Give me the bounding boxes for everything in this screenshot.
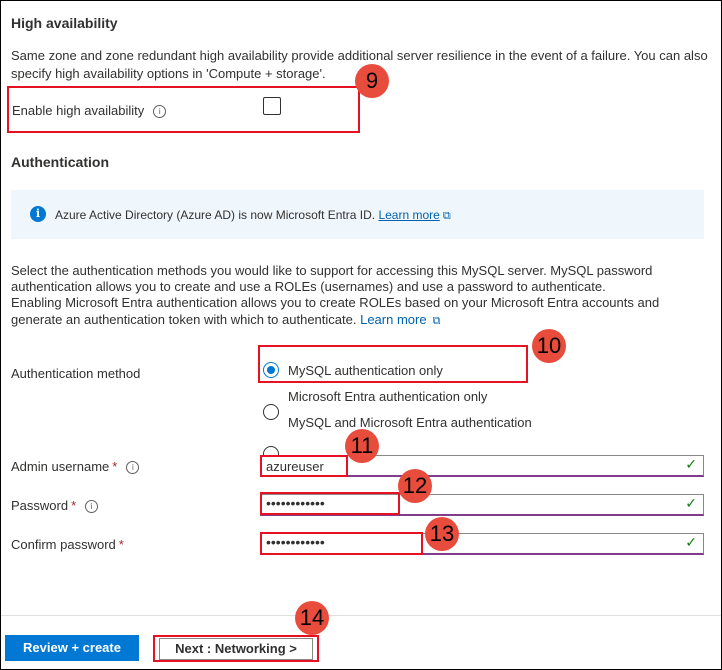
checkmark-icon: ✓ (685, 496, 697, 512)
auth-desc-line1: Select the authentication methods you wo… (11, 263, 653, 278)
annotation-box-11 (260, 455, 348, 477)
annotation-box-14 (153, 635, 319, 662)
info-icon[interactable]: i (126, 461, 140, 475)
ha-description-line1: Same zone and zone redundant high availa… (11, 48, 708, 63)
required-marker: * (118, 537, 124, 552)
annotation-badge-14: 14 (295, 601, 329, 635)
radio-entra-auth-only[interactable] (263, 404, 279, 420)
auth-desc-line2: authentication allows you to create and … (11, 279, 606, 294)
required-marker: * (112, 459, 118, 474)
enable-ha-label: Enable high availability i (12, 103, 167, 119)
annotation-badge-10: 10 (532, 329, 566, 363)
checkmark-icon: ✓ (685, 535, 697, 551)
annotation-badge-9: 9 (355, 64, 389, 98)
required-marker: * (71, 498, 77, 513)
annotation-box-12 (260, 492, 400, 515)
annotation-badge-13: 13 (425, 517, 459, 551)
password-label: Password * i (11, 498, 99, 514)
section-title-high-availability: High availability (11, 15, 118, 31)
annotation-badge-11: 11 (345, 429, 379, 463)
auth-desc-line4-text: generate an authentication token with wh… (11, 312, 357, 327)
section-title-authentication: Authentication (11, 154, 109, 170)
radio-label-mysql-and-entra: MySQL and Microsoft Entra authentication (288, 415, 532, 430)
auth-desc-line4: generate an authentication token with wh… (11, 311, 440, 329)
annotation-badge-12: 12 (398, 469, 432, 503)
banner-message: Azure Active Directory (Azure AD) is now… (55, 207, 451, 224)
auth-learn-more-link[interactable]: Learn more (360, 312, 426, 327)
auth-desc-line3: Enabling Microsoft Entra authentication … (11, 295, 660, 310)
ha-description-line2: specify high availability options in 'Co… (11, 66, 326, 81)
info-filled-icon: i (30, 206, 46, 222)
footer-divider (1, 615, 721, 616)
info-icon[interactable]: i (153, 105, 167, 119)
radio-label-mysql-auth-only: MySQL authentication only (288, 363, 443, 378)
checkmark-icon: ✓ (685, 457, 697, 473)
info-icon[interactable]: i (85, 500, 99, 514)
admin-username-label-text: Admin username (11, 459, 110, 474)
review-create-button[interactable]: Review + create (5, 635, 139, 661)
enable-ha-label-text: Enable high availability (12, 103, 145, 118)
radio-mysql-auth-only[interactable] (263, 362, 279, 378)
enable-ha-checkbox[interactable] (263, 97, 281, 115)
info-banner: i Azure Active Directory (Azure AD) is n… (11, 190, 704, 239)
banner-text: Azure Active Directory (Azure AD) is now… (55, 208, 376, 222)
banner-learn-more-link[interactable]: Learn more (378, 208, 439, 222)
form-panel: High availability Same zone and zone red… (0, 0, 722, 670)
external-link-icon: ⧉ (432, 314, 441, 327)
external-link-icon: ⧉ (442, 209, 451, 222)
confirm-password-label: Confirm password * (11, 537, 124, 552)
auth-method-label: Authentication method (11, 366, 141, 381)
radio-label-entra-auth-only: Microsoft Entra authentication only (288, 389, 488, 404)
admin-username-label: Admin username * i (11, 459, 140, 475)
password-label-text: Password (11, 498, 69, 513)
confirm-password-label-text: Confirm password (11, 537, 116, 552)
annotation-box-13 (260, 532, 423, 555)
